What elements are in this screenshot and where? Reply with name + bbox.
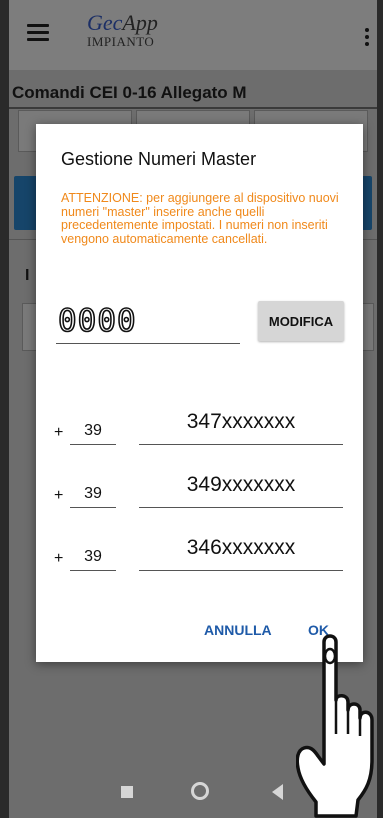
plus-sign: + [54, 550, 64, 567]
master-number-row: + 39 349xxxxxxx [54, 467, 344, 508]
warning-text: ATTENZIONE: per aggiungere al dispositiv… [61, 191, 339, 246]
divider [9, 107, 377, 109]
country-prefix-field[interactable]: 39 [70, 481, 116, 508]
page-title: Comandi CEI 0-16 Allegato M [12, 83, 247, 102]
code-field[interactable]: 0000 [56, 301, 240, 344]
app-bar: GecApp IMPIANTO [9, 0, 377, 70]
nav-home-icon[interactable] [191, 782, 209, 800]
plus-sign: + [54, 424, 64, 441]
code-digits: 0000 [57, 302, 137, 340]
dialog-title: Gestione Numeri Master [61, 149, 257, 169]
phone-number-field[interactable]: 347xxxxxxx [139, 404, 343, 445]
modify-button[interactable]: MODIFICA [258, 301, 344, 341]
nav-stop-icon[interactable] [121, 786, 133, 798]
background-section-letter: I [25, 267, 30, 284]
phone-number-field[interactable]: 346xxxxxxx [139, 530, 343, 571]
overflow-menu-icon[interactable] [365, 28, 369, 46]
master-number-row: + 39 346xxxxxxx [54, 530, 344, 571]
nav-back-icon[interactable] [272, 784, 283, 800]
cancel-button[interactable]: ANNULLA [204, 622, 272, 638]
master-number-row: + 39 347xxxxxxx [54, 404, 344, 445]
plus-sign: + [54, 487, 64, 504]
hand-pointer-icon [296, 634, 374, 818]
device-frame-left [0, 0, 9, 818]
country-prefix-field[interactable]: 39 [70, 418, 116, 445]
code-value: 0000 [58, 303, 137, 335]
menu-icon[interactable] [27, 24, 49, 42]
brand-subtitle: IMPIANTO [87, 34, 155, 49]
country-prefix-field[interactable]: 39 [70, 544, 116, 571]
app-brand: GecApp IMPIANTO [87, 10, 158, 50]
brand-title: GecApp [87, 10, 158, 35]
master-numbers-dialog: Gestione Numeri Master ATTENZIONE: per a… [36, 124, 363, 662]
phone-number-field[interactable]: 349xxxxxxx [139, 467, 343, 508]
